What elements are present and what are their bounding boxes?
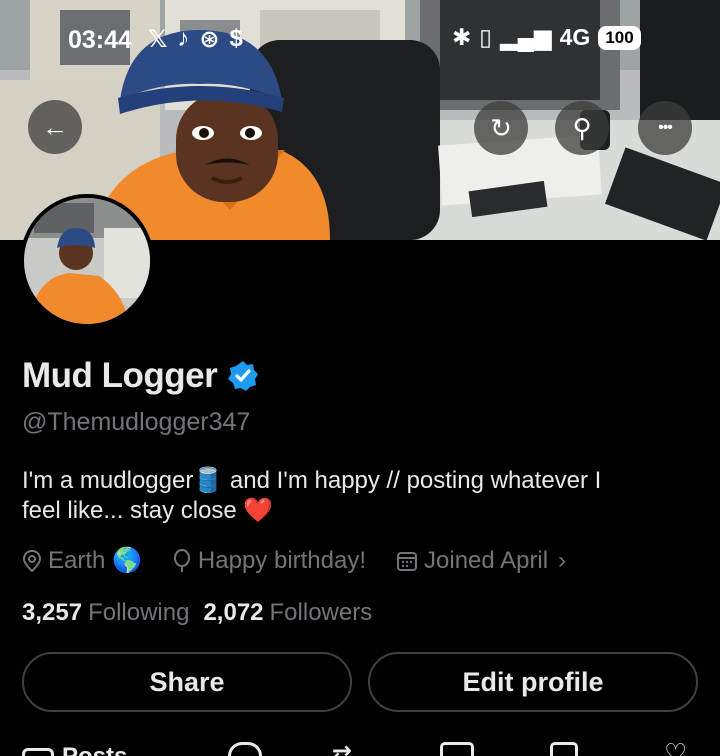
following-link[interactable]: 3,257 Following <box>22 599 189 627</box>
more-icon: ••• <box>658 119 673 136</box>
birthday-item: Happy birthday! <box>172 547 366 575</box>
vibrate-icon: ▯ <box>479 24 492 50</box>
articles-tab-icon[interactable] <box>550 742 578 756</box>
balloon-icon <box>173 548 190 572</box>
more-options-button[interactable]: ••• <box>638 101 692 155</box>
following-count: 3,257 <box>22 599 83 626</box>
followers-label: Followers <box>269 599 373 626</box>
feed-icon <box>22 748 54 756</box>
avatar[interactable] <box>20 194 154 328</box>
joined-item[interactable]: Joined April › <box>396 547 566 575</box>
refresh-icon: ↻ <box>490 112 512 143</box>
arrow-left-icon: ← <box>42 111 68 142</box>
location-text: Earth 🌎 <box>48 547 142 574</box>
verified-badge-icon[interactable] <box>227 360 259 392</box>
app-icon: ⊛ <box>199 26 220 53</box>
tab-posts-label: Posts <box>62 742 128 756</box>
birthday-text: Happy birthday! <box>197 546 367 574</box>
avatar-image <box>24 198 150 324</box>
followers-count: 2,072 <box>203 599 264 626</box>
cash-icon: $ <box>229 25 243 52</box>
back-button[interactable]: ← <box>28 100 82 154</box>
profile-meta: Earth 🌎 Happy birthday! Joined April › <box>22 546 566 575</box>
bio-line-1: I'm a mudlogger🛢️ and I'm happy // posti… <box>22 467 602 494</box>
chevron-down-icon: ⌄ <box>135 742 155 756</box>
search-button[interactable]: ⚲ <box>555 101 609 155</box>
search-icon: ⚲ <box>572 112 592 143</box>
joined-text: Joined April <box>424 546 549 574</box>
x-logo-icon: 𝕏 <box>148 26 168 53</box>
display-name: Mud Logger <box>22 356 218 395</box>
refresh-button[interactable]: ↻ <box>474 101 528 155</box>
network-type: 4G <box>559 24 591 50</box>
notification-icons: 𝕏 ♪ ⊛ $ <box>148 25 243 54</box>
profile-tabs: Posts ⌄ ⇄ ♡ <box>0 738 720 756</box>
share-button[interactable]: Share <box>22 652 352 712</box>
calendar-icon <box>397 551 418 571</box>
share-button-label: Share <box>149 666 225 697</box>
followers-link[interactable]: 2,072 Followers <box>203 599 372 627</box>
profile-handle: @Themudlogger347 <box>22 408 251 436</box>
signal-icon: ▂▄▆ <box>499 24 552 50</box>
tiktok-icon: ♪ <box>177 25 190 52</box>
follow-counts: 3,257 Following 2,072 Followers <box>22 599 372 627</box>
status-bar: 03:44 𝕏 ♪ ⊛ $ ✱ ▯ ▂▄▆ 4G 100 <box>0 0 720 80</box>
reply-tab-icon[interactable] <box>228 742 262 756</box>
edit-profile-button-label: Edit profile <box>462 666 604 697</box>
bluetooth-icon: ✱ <box>452 24 472 50</box>
status-time: 03:44 <box>68 26 132 54</box>
repost-tab-icon[interactable]: ⇄ <box>332 740 352 756</box>
battery-indicator: 100 <box>598 25 641 50</box>
edit-profile-button[interactable]: Edit profile <box>368 652 698 712</box>
media-tab-icon[interactable] <box>440 742 474 756</box>
location-pin-icon <box>22 549 42 572</box>
chevron-right-icon: › <box>558 546 567 574</box>
profile-name-row: Mud Logger <box>22 356 259 396</box>
likes-tab-icon[interactable]: ♡ <box>664 738 687 756</box>
profile-bio: I'm a mudlogger🛢️ and I'm happy // posti… <box>22 466 692 526</box>
system-icons: ✱ ▯ ▂▄▆ 4G 100 <box>452 24 641 51</box>
following-label: Following <box>88 599 190 626</box>
bio-line-2: feel like... stay close ❤️ <box>22 497 274 524</box>
location-item: Earth 🌎 <box>22 546 142 575</box>
tab-posts[interactable]: Posts ⌄ <box>22 742 155 756</box>
